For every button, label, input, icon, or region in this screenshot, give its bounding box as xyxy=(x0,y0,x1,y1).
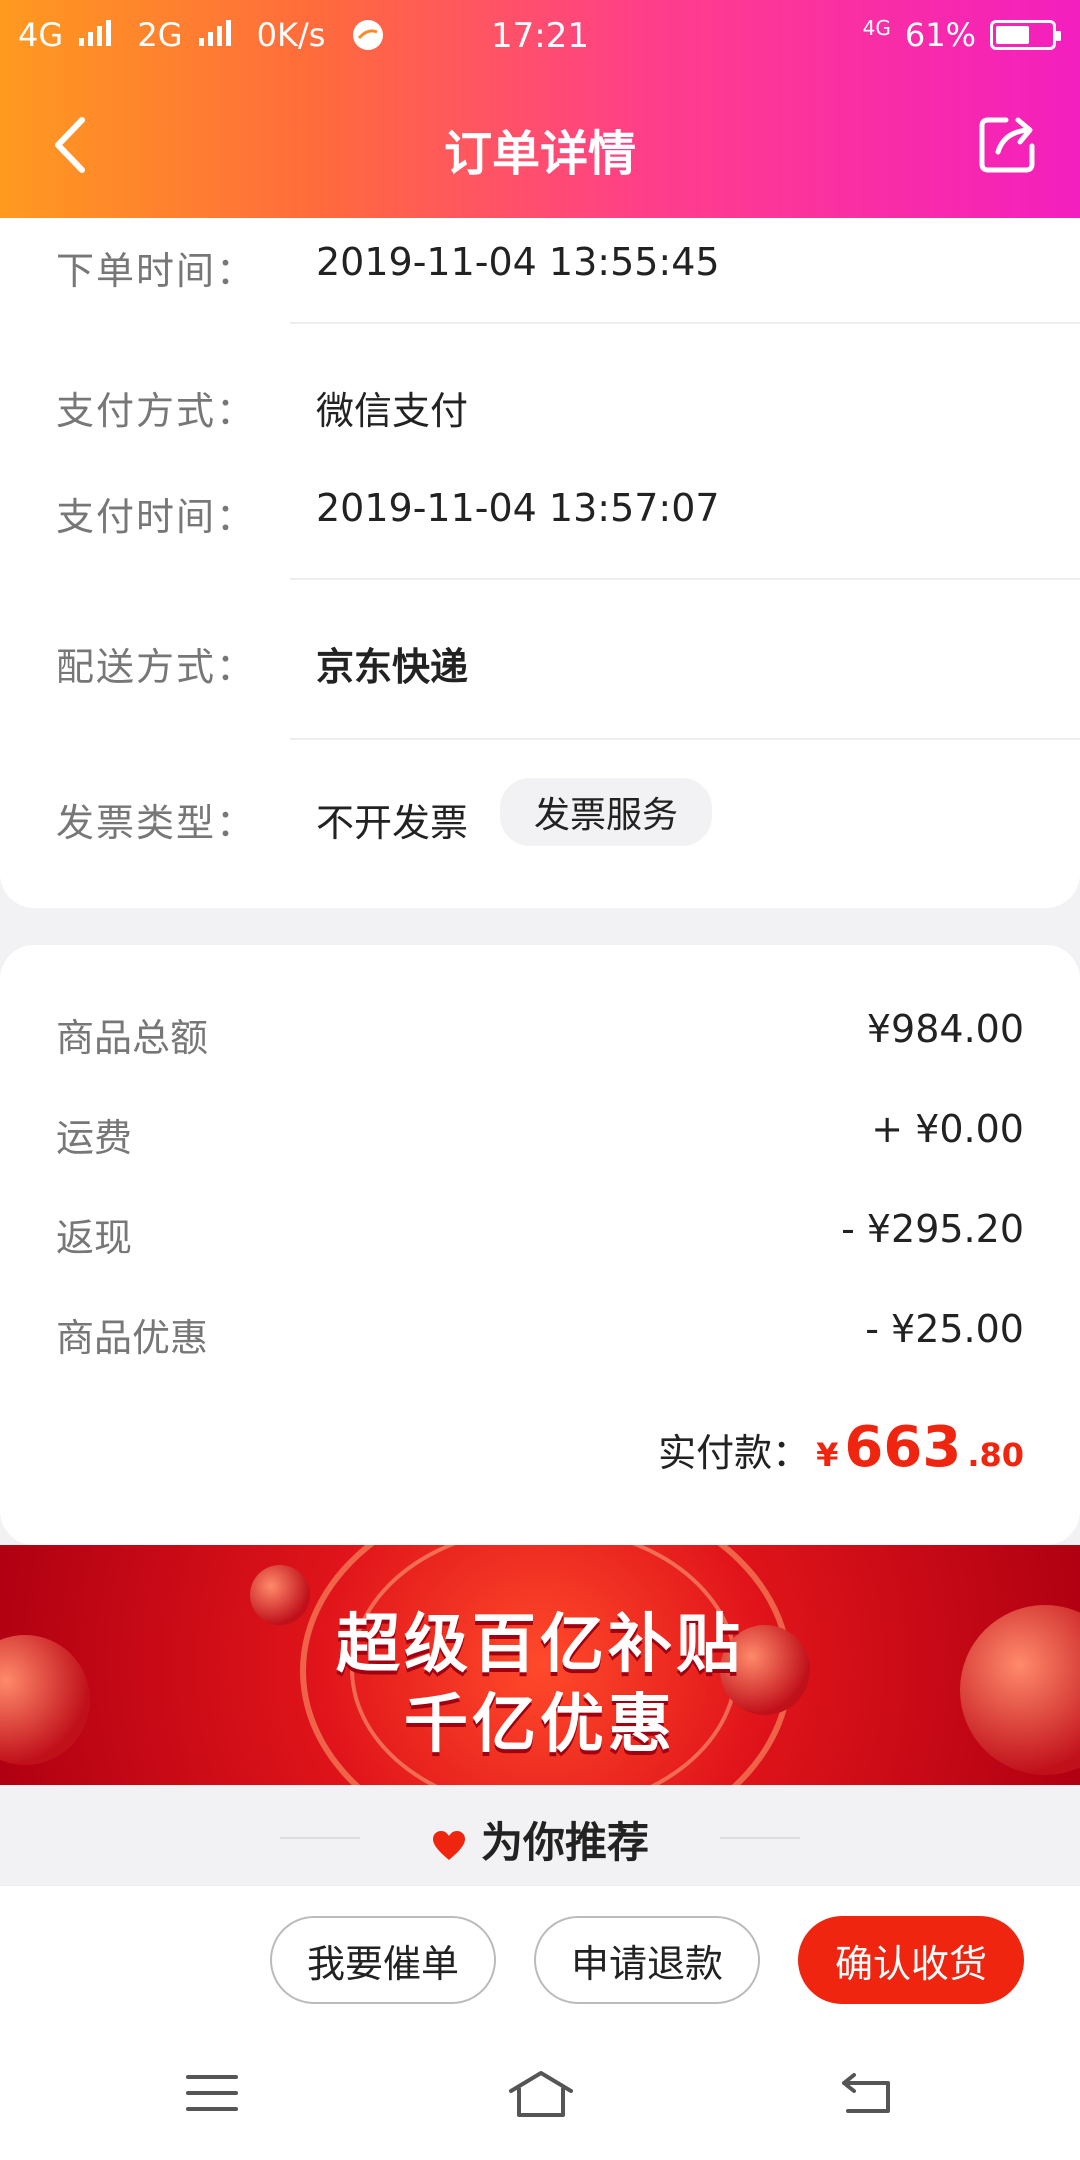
back-icon[interactable] xyxy=(840,2069,896,2117)
pay-method-label: 支付方式： xyxy=(56,389,257,433)
remind-order-button[interactable]: 我要催单 xyxy=(270,1916,496,2004)
divider xyxy=(290,738,1080,740)
pay-method-value: 微信支付 xyxy=(316,389,469,433)
header: 4G 2G 0K/s 17:21 4G 61% 订单详情 xyxy=(0,0,1080,218)
delivery-row: 配送方式： 京东快递 xyxy=(0,622,1080,702)
paid-integer: 663 xyxy=(844,1415,962,1480)
battery-fill xyxy=(996,26,1029,44)
invoice-label: 发票类型： xyxy=(56,801,257,845)
discount-label: 商品优惠 xyxy=(56,1316,209,1360)
apply-refund-button[interactable]: 申请退款 xyxy=(534,1916,760,2004)
banner-subtitle: 千亿优惠 xyxy=(404,1688,676,1762)
order-time-label: 下单时间： xyxy=(56,249,257,293)
recommend-title-text: 为你推荐 xyxy=(480,1818,649,1867)
price-card: 商品总额 ¥984.00 运费 + ¥0.00 返现 - ¥295.20 商品优… xyxy=(0,945,1080,1545)
discount-row: 商品优惠 - ¥25.00 xyxy=(0,1307,1080,1377)
invoice-row: 发票类型： 不开发票 发票服务 xyxy=(0,778,1080,858)
paid-decimal: .80 xyxy=(967,1436,1024,1474)
confirm-receipt-button[interactable]: 确认收货 xyxy=(798,1916,1024,2004)
pay-time-label: 支付时间： xyxy=(56,495,257,539)
cashback-value: - ¥295.20 xyxy=(841,1207,1024,1251)
battery-network-label: 4G xyxy=(862,16,891,40)
goods-total-label: 商品总额 xyxy=(56,1016,209,1060)
home-icon[interactable] xyxy=(505,2069,577,2121)
order-time-value: 2019-11-04 13:55:45 xyxy=(316,240,720,284)
battery-percent: 61% xyxy=(904,16,976,54)
order-time-row: 下单时间： 2019-11-04 13:55:45 xyxy=(0,226,1080,306)
delivery-label: 配送方式： xyxy=(56,645,257,689)
goods-total-row: 商品总额 ¥984.00 xyxy=(0,1007,1080,1077)
menu-icon[interactable] xyxy=(184,2069,240,2117)
goods-total-value: ¥984.00 xyxy=(866,1007,1024,1051)
divider xyxy=(290,578,1080,580)
paid-currency: ¥ xyxy=(816,1436,839,1474)
share-icon[interactable] xyxy=(976,110,1042,176)
divider xyxy=(290,322,1080,324)
order-info-card: 下单时间： 2019-11-04 13:55:45 支付方式： 微信支付 支付时… xyxy=(0,218,1080,908)
invoice-service-button[interactable]: 发票服务 xyxy=(500,778,713,846)
page-title: 订单详情 xyxy=(443,126,636,182)
battery-icon xyxy=(990,20,1061,50)
nav-bar: 订单详情 xyxy=(0,74,1080,218)
heart-icon xyxy=(432,1830,465,1860)
cashback-row: 返现 - ¥295.20 xyxy=(0,1207,1080,1277)
action-bar: 我要催单 申请退款 确认收货 xyxy=(0,1885,1080,2036)
recommend-title: 为你推荐 xyxy=(0,1809,1080,1870)
paid-total: 实付款： ¥ 663 .80 xyxy=(658,1415,1024,1480)
pay-method-row: 支付方式： 微信支付 xyxy=(0,366,1080,446)
shipping-row: 运费 + ¥0.00 xyxy=(0,1107,1080,1177)
discount-value: - ¥25.00 xyxy=(865,1307,1024,1351)
banner-title: 超级百亿补贴 xyxy=(336,1608,744,1682)
system-nav-bar xyxy=(0,2035,1080,2160)
shipping-label: 运费 xyxy=(56,1116,133,1160)
invoice-value: 不开发票 xyxy=(316,801,469,845)
pay-time-row: 支付时间： 2019-11-04 13:57:07 xyxy=(0,472,1080,552)
paid-label: 实付款： xyxy=(658,1431,811,1475)
promo-banner[interactable]: 超级百亿补贴 千亿优惠 xyxy=(0,1545,1080,1785)
delivery-value: 京东快递 xyxy=(316,645,469,689)
pay-time-value: 2019-11-04 13:57:07 xyxy=(316,486,720,530)
cashback-label: 返现 xyxy=(56,1216,133,1260)
status-bar: 4G 2G 0K/s 17:21 4G 61% xyxy=(0,0,1080,74)
recommend-header: 为你推荐 xyxy=(0,1785,1080,1885)
shipping-value: + ¥0.00 xyxy=(871,1107,1024,1151)
